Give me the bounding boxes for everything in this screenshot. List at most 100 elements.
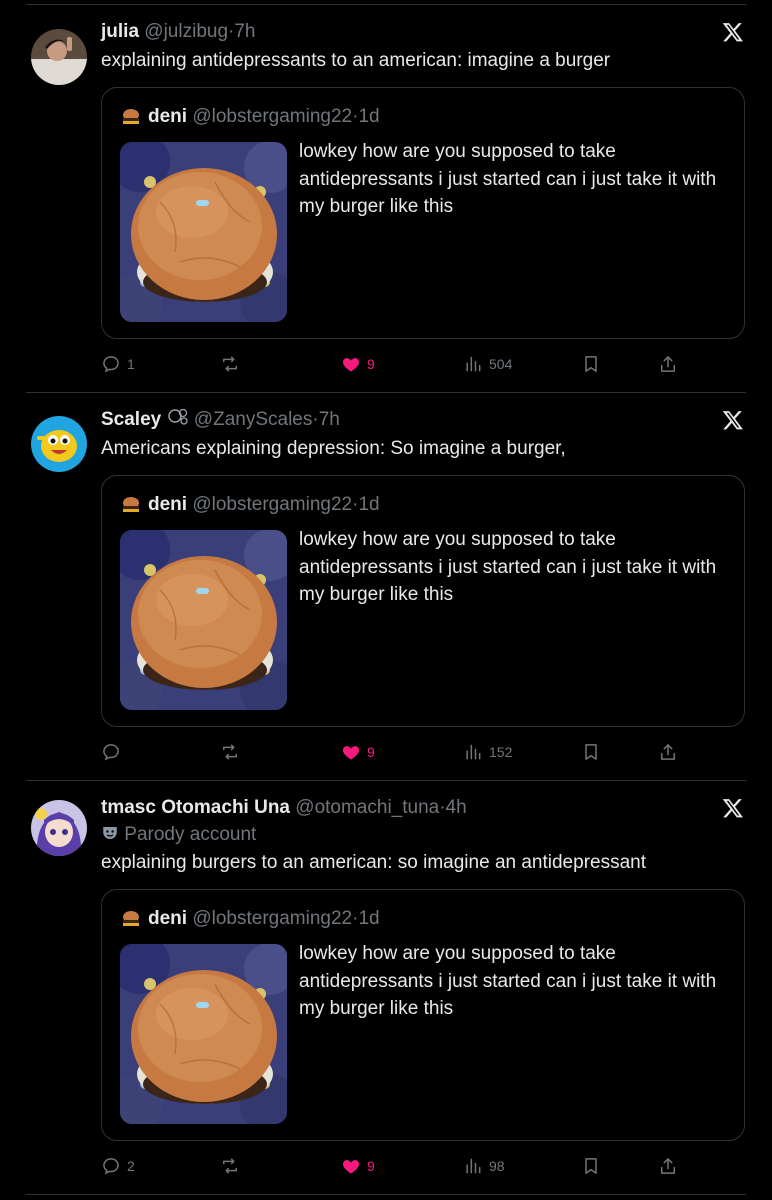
views-icon <box>466 356 481 372</box>
quoted-text: lowkey how are you supposed to take anti… <box>299 529 717 605</box>
heart-icon <box>342 746 360 760</box>
quoted-author-handle[interactable]: @lobstergaming22 <box>192 106 352 127</box>
share-button[interactable] <box>658 740 678 764</box>
quoted-tweet[interactable]: deni @lobstergaming22·1d lowkey how are … <box>101 889 745 1141</box>
quoted-timestamp: 1d <box>358 908 380 929</box>
like-count: 9 <box>367 1158 375 1174</box>
author-name[interactable]: Scaley <box>101 409 161 430</box>
tweet-header: tmasc Otomachi Una @otomachi_tuna·4h <box>101 796 467 820</box>
action-bar: 9 152 <box>101 740 701 764</box>
like-button[interactable]: 9 <box>341 1154 375 1178</box>
tweet-header: julia @julzibug·7h <box>101 20 255 44</box>
quoted-header: deni @lobstergaming22·1d <box>148 907 380 931</box>
reply-icon <box>103 1158 119 1175</box>
quoted-timestamp: 1d <box>358 106 380 127</box>
views-button[interactable]: 152 <box>463 740 512 764</box>
x-logo-icon[interactable] <box>722 797 744 819</box>
reply-count: 2 <box>127 1158 135 1174</box>
like-count: 9 <box>367 356 375 372</box>
repost-button[interactable] <box>220 740 246 764</box>
divider <box>26 780 746 781</box>
reply-count: 1 <box>127 356 135 372</box>
reply-button[interactable]: 2 <box>101 1154 135 1178</box>
repost-icon <box>223 356 237 372</box>
burger-photo[interactable] <box>120 944 287 1124</box>
quoted-text: lowkey how are you supposed to take anti… <box>299 943 717 1019</box>
share-icon <box>661 356 675 372</box>
divider <box>26 4 746 5</box>
quoted-author-name[interactable]: deni <box>148 908 187 929</box>
views-icon <box>466 744 481 760</box>
tweet-header: Scaley @ZanyScales·7h <box>101 408 340 432</box>
avatar[interactable] <box>31 29 87 85</box>
timeline-feed: julia @julzibug·7h explaining antidepres… <box>0 0 772 1200</box>
quoted-tweet[interactable]: deni @lobstergaming22·1d lowkey how are … <box>101 475 745 727</box>
avatar <box>120 494 142 516</box>
quoted-tweet[interactable]: deni @lobstergaming22·1d lowkey how are … <box>101 87 745 339</box>
bookmark-icon <box>585 1158 597 1174</box>
reply-icon <box>103 744 119 761</box>
avatar-scaley-image <box>31 416 87 472</box>
parody-mask-icon <box>103 827 117 839</box>
share-button[interactable] <box>658 1154 678 1178</box>
avatar-otomachi-image <box>31 800 87 856</box>
bookmark-button[interactable] <box>581 1154 601 1178</box>
quoted-header: deni @lobstergaming22·1d <box>148 493 380 517</box>
repost-button[interactable] <box>220 1154 246 1178</box>
quoted-header: deni @lobstergaming22·1d <box>148 105 380 129</box>
x-logo-icon[interactable] <box>722 409 744 431</box>
repost-icon <box>223 1158 237 1174</box>
views-icon <box>466 1158 481 1174</box>
share-icon <box>661 744 675 760</box>
burger-photo[interactable] <box>120 142 287 322</box>
avatar-julia-image <box>31 29 87 85</box>
burger-photo[interactable] <box>120 530 287 710</box>
like-button[interactable]: 9 <box>341 352 375 376</box>
view-count: 504 <box>489 356 513 372</box>
avatar <box>120 106 142 128</box>
like-count: 9 <box>367 744 375 760</box>
action-bar: 1 9 504 <box>101 352 701 376</box>
quoted-author-handle[interactable]: @lobstergaming22 <box>192 908 352 929</box>
author-name[interactable]: julia <box>101 21 139 42</box>
reply-button[interactable]: 1 <box>101 352 135 376</box>
repost-icon <box>223 744 237 760</box>
reply-button[interactable] <box>101 740 127 764</box>
parody-account-text: Parody account <box>124 824 257 845</box>
quoted-author-handle[interactable]: @lobstergaming22 <box>192 494 352 515</box>
views-button[interactable]: 98 <box>463 1154 505 1178</box>
share-button[interactable] <box>658 352 678 376</box>
timestamp[interactable]: 4h <box>446 797 467 818</box>
author-handle[interactable]: @ZanyScales <box>194 409 313 430</box>
bookmark-button[interactable] <box>581 740 601 764</box>
quoted-author-name[interactable]: deni <box>148 494 187 515</box>
avatar <box>120 908 142 930</box>
author-handle[interactable]: @otomachi_tuna <box>295 797 439 818</box>
tweet-text: explaining burgers to an american: so im… <box>101 852 646 873</box>
x-logo-icon[interactable] <box>722 21 744 43</box>
reply-icon <box>103 356 119 373</box>
view-count: 98 <box>489 1158 505 1174</box>
heart-icon <box>342 1160 360 1174</box>
avatar[interactable] <box>31 416 87 472</box>
view-count: 152 <box>489 744 513 760</box>
author-handle[interactable]: @julzibug <box>144 21 228 42</box>
author-name[interactable]: tmasc Otomachi Una <box>101 797 290 818</box>
quoted-text: lowkey how are you supposed to take anti… <box>299 141 717 217</box>
bookmark-icon <box>585 356 597 372</box>
like-button[interactable]: 9 <box>341 740 375 764</box>
divider <box>26 1194 746 1195</box>
action-bar: 2 9 98 <box>101 1154 701 1178</box>
views-button[interactable]: 504 <box>463 352 512 376</box>
avatar[interactable] <box>31 800 87 856</box>
divider <box>26 392 746 393</box>
timestamp[interactable]: 7h <box>234 21 255 42</box>
timestamp[interactable]: 7h <box>319 409 340 430</box>
bookmark-button[interactable] <box>581 352 601 376</box>
parody-label: Parody account <box>101 823 256 847</box>
repost-button[interactable] <box>220 352 246 376</box>
tweet-text: Americans explaining depression: So imag… <box>101 438 566 459</box>
quoted-author-name[interactable]: deni <box>148 106 187 127</box>
bookmark-icon <box>585 744 597 760</box>
tweet-text: explaining antidepressants to an america… <box>101 50 611 71</box>
